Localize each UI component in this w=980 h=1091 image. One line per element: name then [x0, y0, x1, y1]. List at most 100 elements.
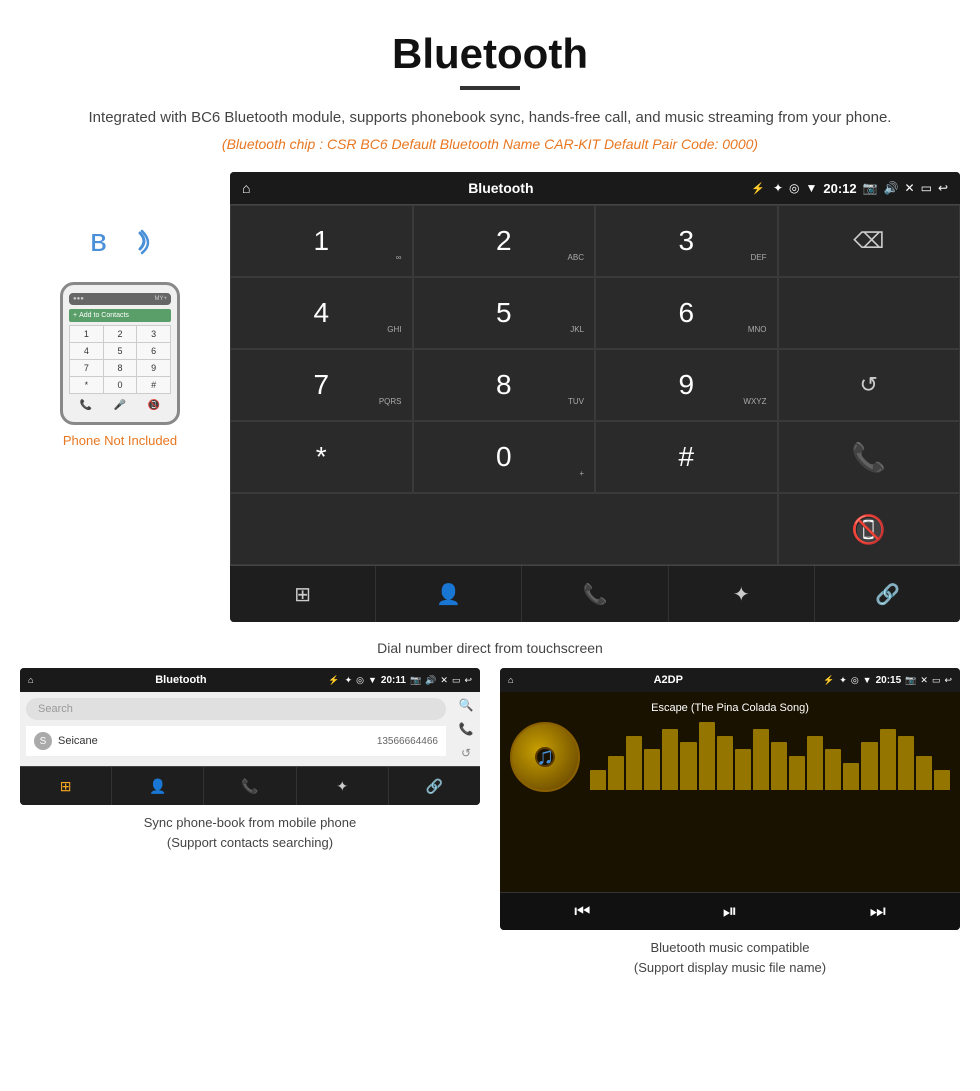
eq-bar-7: [699, 722, 715, 790]
prev-track-button[interactable]: ⏮: [574, 901, 590, 922]
clock: 20:12: [823, 181, 856, 196]
eq-bar-11: [771, 742, 787, 790]
pb-bottom-btn-phone[interactable]: 📞: [204, 767, 296, 805]
screen-icon[interactable]: ▭: [921, 181, 932, 195]
dial-key-2[interactable]: 2ABC: [413, 205, 596, 277]
music-home-icon[interactable]: ⌂: [508, 675, 513, 685]
bottom-btn-grid[interactable]: ⊞: [230, 566, 376, 622]
close-icon[interactable]: ✕: [905, 181, 915, 195]
screen-title: Bluetooth: [258, 180, 743, 196]
side-refresh-icon[interactable]: ↺: [461, 746, 471, 760]
phonebook-content: Search S Seicane 13566664466 🔍 📞 ↺: [20, 692, 480, 766]
phone-key-9: 9: [137, 360, 170, 376]
pb-back-icon[interactable]: ↩: [464, 675, 472, 686]
next-track-button[interactable]: ⏭: [870, 901, 886, 922]
bluetooth-status-icon: ✦: [773, 181, 783, 195]
back-icon[interactable]: ↩: [938, 181, 948, 195]
bottom-navigation-bar: ⊞ 👤 📞 ✦ 🔗: [230, 565, 960, 622]
pb-home-icon[interactable]: ⌂: [28, 675, 33, 685]
pb-bottom-btn-contacts[interactable]: 👤: [112, 767, 204, 805]
phonebook-screen: ⌂ Bluetooth ⚡ ✦ ◎ ▼ 20:11 📷 🔊 ✕ ▭ ↩: [20, 668, 480, 805]
music-shot: ⌂ A2DP ⚡ ✦ ◎ ▼ 20:15 📷 ✕ ▭ ↩ Escape (The…: [500, 668, 960, 977]
eq-bar-1: [590, 770, 606, 790]
home-icon[interactable]: ⌂: [242, 180, 250, 196]
pb-signal-icon: ▼: [368, 675, 377, 686]
pb-bluetooth-icon: ✦: [345, 675, 353, 686]
bottom-btn-bluetooth[interactable]: ✦: [669, 566, 815, 622]
play-pause-button[interactable]: ⏯: [723, 901, 737, 922]
status-icons: ✦ ◎ ▼ 20:12 📷 🔊 ✕ ▭ ↩: [773, 181, 948, 196]
music-screen: ⌂ A2DP ⚡ ✦ ◎ ▼ 20:15 📷 ✕ ▭ ↩ Escape (The…: [500, 668, 960, 930]
contact-list: S Seicane 13566664466: [26, 726, 446, 757]
dial-key-1[interactable]: 1∞: [230, 205, 413, 277]
pb-location-icon: ◎: [356, 675, 364, 686]
music-location-icon: ◎: [851, 675, 859, 686]
eq-bar-18: [898, 736, 914, 790]
dial-key-backspace[interactable]: ⌫: [778, 205, 961, 277]
phonebook-list-area: Search S Seicane 13566664466: [20, 692, 452, 766]
dial-key-5[interactable]: 5JKL: [413, 277, 596, 349]
dial-key-7[interactable]: 7PQRS: [230, 349, 413, 421]
phone-not-included-label: Phone Not Included: [63, 433, 177, 448]
phone-end-button: 📵: [148, 400, 160, 411]
phone-key-0: 0: [104, 377, 137, 393]
music-back-icon[interactable]: ↩: [944, 675, 952, 686]
location-icon: ◎: [789, 181, 799, 195]
eq-bar-12: [789, 756, 805, 790]
dial-key-star[interactable]: *: [230, 421, 413, 493]
car-head-unit-screen: ⌂ Bluetooth ⚡ ✦ ◎ ▼ 20:12 📷 🔊 ✕ ▭ ↩ 1∞ 2…: [230, 172, 960, 622]
dialpad-grid: 1∞ 2ABC 3DEF ⌫ 4GHI 5JKL 6MNO 7PQRS 8TUV…: [230, 204, 960, 565]
phone-area: ʙ ●●●MY+ +Add to Contacts 1 2 3 4 5 6: [20, 172, 220, 622]
dial-key-end-call[interactable]: 📵: [778, 493, 961, 565]
phone-key-2: 2: [104, 326, 137, 342]
eq-bar-10: [753, 729, 769, 790]
pb-camera-icon: 📷: [410, 675, 421, 686]
dial-cell-empty-1: [778, 277, 961, 349]
phone-key-8: 8: [104, 360, 137, 376]
main-content-area: ʙ ●●●MY+ +Add to Contacts 1 2 3 4 5 6: [0, 172, 980, 622]
pb-bottom-btn-grid[interactable]: ⊞: [20, 767, 112, 805]
side-search-icon[interactable]: 🔍: [459, 698, 474, 712]
contact-row[interactable]: S Seicane 13566664466: [26, 726, 446, 757]
phone-mic-button: 🎤: [114, 400, 126, 411]
dial-key-3[interactable]: 3DEF: [595, 205, 778, 277]
dial-key-refresh[interactable]: ↺: [778, 349, 961, 421]
dial-key-call[interactable]: 📞: [778, 421, 961, 493]
dial-key-0[interactable]: 0+: [413, 421, 596, 493]
bottom-btn-phone[interactable]: 📞: [522, 566, 668, 622]
dial-key-8[interactable]: 8TUV: [413, 349, 596, 421]
pb-status-icons: ✦ ◎ ▼ 20:11 📷 🔊 ✕ ▭ ↩: [345, 675, 472, 686]
eq-bar-6: [680, 742, 696, 790]
eq-bar-13: [807, 736, 823, 790]
search-bar[interactable]: Search: [26, 698, 446, 720]
music-signal-icon: ▼: [863, 675, 872, 686]
dial-key-6[interactable]: 6MNO: [595, 277, 778, 349]
bottom-btn-link[interactable]: 🔗: [815, 566, 960, 622]
music-screen-icon[interactable]: ▭: [932, 675, 941, 686]
music-clock: 20:15: [876, 675, 902, 686]
music-screen-title: A2DP: [518, 674, 818, 686]
dial-key-4[interactable]: 4GHI: [230, 277, 413, 349]
side-phone-icon[interactable]: 📞: [459, 722, 474, 736]
dial-cell-empty-2: [230, 493, 778, 565]
pb-close-icon[interactable]: ✕: [440, 675, 448, 686]
contact-initial: S: [34, 732, 52, 750]
signal-icon: ▼: [805, 181, 817, 195]
pb-screen-title: Bluetooth: [38, 674, 323, 686]
contact-name: Seicane: [58, 735, 377, 747]
pb-clock: 20:11: [381, 675, 406, 686]
dial-key-hash[interactable]: #: [595, 421, 778, 493]
bluetooth-wifi-icons: ʙ: [80, 212, 160, 272]
pb-bottom-btn-link[interactable]: 🔗: [389, 767, 480, 805]
eq-bar-5: [662, 729, 678, 790]
pb-bottom-btn-bluetooth[interactable]: ✦: [297, 767, 389, 805]
music-status-bar: ⌂ A2DP ⚡ ✦ ◎ ▼ 20:15 📷 ✕ ▭ ↩: [500, 668, 960, 692]
music-camera-icon: 📷: [905, 675, 916, 686]
eq-bar-16: [861, 742, 877, 790]
bottom-btn-contacts[interactable]: 👤: [376, 566, 522, 622]
pb-screen-icon[interactable]: ▭: [452, 675, 461, 686]
dial-key-9[interactable]: 9WXYZ: [595, 349, 778, 421]
pb-usb-icon: ⚡: [328, 675, 339, 686]
music-close-icon[interactable]: ✕: [920, 675, 928, 686]
phonebook-status-bar: ⌂ Bluetooth ⚡ ✦ ◎ ▼ 20:11 📷 🔊 ✕ ▭ ↩: [20, 668, 480, 692]
